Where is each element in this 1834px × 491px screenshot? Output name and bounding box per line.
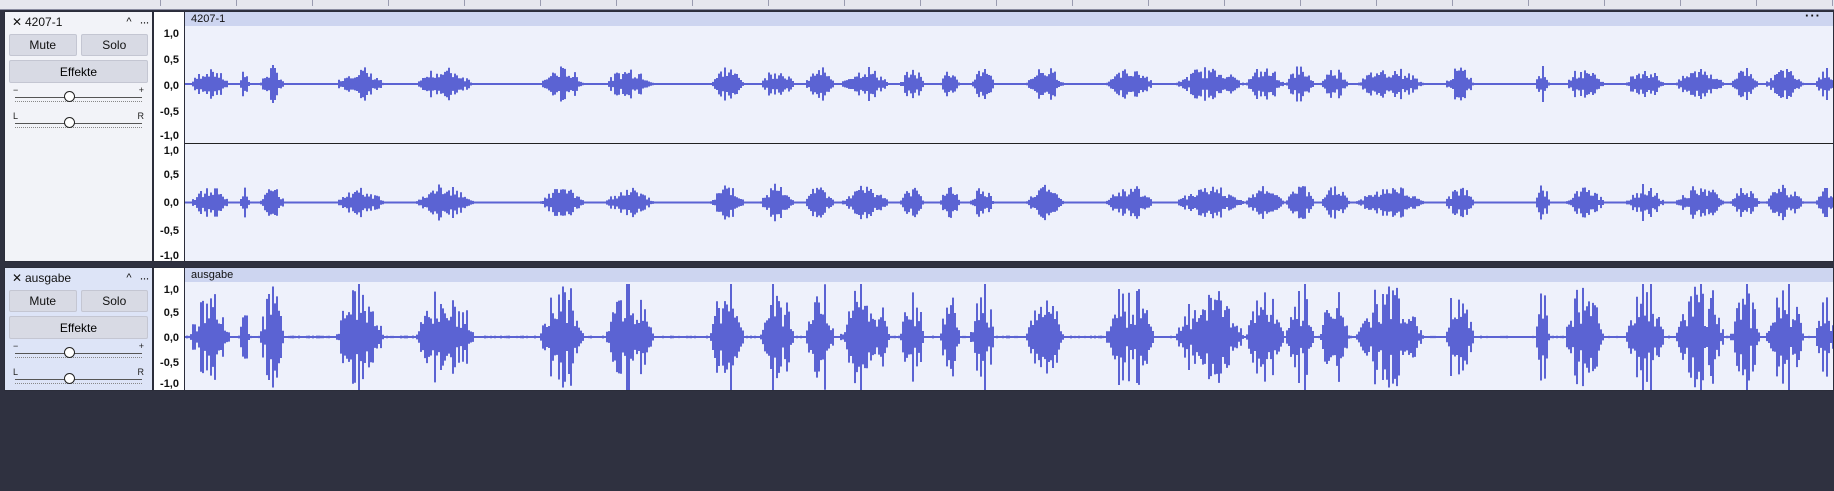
pan-slider[interactable]: L R (9, 109, 148, 137)
chevron-up-icon[interactable]: ^ (122, 272, 136, 284)
clip-title-bar[interactable]: 4207-1 ··· (185, 12, 1833, 26)
pan-right-label: R (137, 367, 145, 377)
vertical-scale[interactable]: 1,0 0,5 0,0 -0,5 -1,0 (153, 267, 184, 391)
track-4207-1: ✕ 4207-1 ^ ··· Mute Solo Effekte − + L R… (4, 11, 1834, 262)
scale-label: 0,5 (163, 54, 179, 66)
ruler-tick (1376, 0, 1377, 6)
more-icon[interactable]: ··· (1805, 12, 1821, 23)
chevron-up-icon[interactable]: ^ (122, 16, 136, 28)
gain-slider[interactable]: − + (9, 339, 148, 367)
gain-slider-scale (15, 357, 142, 359)
pan-slider-track (15, 123, 142, 124)
ruler-tick (1528, 0, 1529, 6)
track-control-panel[interactable]: ✕ ausgabe ^ ··· Mute Solo Effekte − + L … (4, 267, 153, 391)
scale-label: 0,0 (163, 197, 179, 209)
scale-label: 0,0 (163, 80, 179, 92)
pan-left-label: L (13, 367, 19, 377)
ruler-tick (1680, 0, 1681, 6)
waveform-channel-left (185, 65, 1833, 103)
mute-button[interactable]: Mute (9, 34, 77, 56)
effects-button[interactable]: Effekte (9, 316, 148, 339)
close-icon[interactable]: ✕ (9, 15, 25, 29)
timeline-ruler[interactable] (0, 0, 1834, 10)
gain-slider-track (15, 97, 142, 98)
ruler-tick (1224, 0, 1225, 6)
ruler-tick (1832, 0, 1833, 6)
ruler-tick (1756, 0, 1757, 6)
track-name[interactable]: ausgabe (25, 271, 122, 285)
solo-button[interactable]: Solo (80, 290, 148, 312)
waveform-channel-right (185, 183, 1833, 222)
ruler-tick (160, 0, 161, 6)
close-icon[interactable]: ✕ (9, 271, 25, 285)
pan-slider[interactable]: L R (9, 365, 148, 393)
ruler-tick (768, 0, 769, 6)
scale-label: -1,0 (160, 378, 179, 390)
gain-plus-label: + (138, 85, 144, 95)
gain-slider-track (15, 353, 142, 354)
track-name[interactable]: 4207-1 (25, 15, 122, 29)
ruler-tick (1300, 0, 1301, 6)
clip-name: ausgabe (191, 269, 234, 281)
effects-button[interactable]: Effekte (9, 60, 148, 83)
pan-slider-thumb[interactable] (64, 373, 75, 384)
ruler-tick (692, 0, 693, 6)
ruler-tick (616, 0, 617, 6)
gain-slider-thumb[interactable] (64, 91, 75, 102)
clip-name: 4207-1 (191, 13, 226, 25)
ruler-tick (1604, 0, 1605, 6)
ruler-tick (920, 0, 921, 6)
scale-label: -1,0 (160, 130, 179, 142)
pan-slider-thumb[interactable] (64, 117, 75, 128)
scale-label: 0,5 (163, 169, 179, 181)
scale-label: 0,5 (163, 307, 179, 319)
ruler-tick (996, 0, 997, 6)
pan-slider-scale (15, 383, 142, 385)
pan-slider-track (15, 379, 142, 380)
gain-slider-thumb[interactable] (64, 347, 75, 358)
scale-label: -0,5 (160, 225, 179, 237)
gain-minus-label: − (13, 341, 19, 351)
ruler-tick (1452, 0, 1453, 6)
solo-button[interactable]: Solo (80, 34, 148, 56)
ruler-tick (1148, 0, 1149, 6)
more-icon[interactable]: ··· (136, 15, 152, 29)
scale-label: 1,0 (163, 28, 179, 40)
track-control-panel[interactable]: ✕ 4207-1 ^ ··· Mute Solo Effekte − + L R (4, 11, 153, 262)
audio-clip[interactable]: 4207-1 ··· (184, 11, 1834, 262)
ruler-tick (388, 0, 389, 6)
mute-button[interactable]: Mute (9, 290, 77, 312)
waveform-channel-mono (185, 284, 1833, 390)
pan-left-label: L (13, 111, 19, 121)
gain-plus-label: + (138, 341, 144, 351)
scale-label: -0,5 (160, 106, 179, 118)
gain-minus-label: − (13, 85, 19, 95)
ruler-tick (236, 0, 237, 6)
scale-label: -1,0 (160, 250, 179, 262)
ruler-tick (312, 0, 313, 6)
ruler-tick (844, 0, 845, 6)
more-icon[interactable]: ··· (136, 271, 152, 285)
scale-label: 0,0 (163, 332, 179, 344)
audio-clip[interactable]: ausgabe (184, 267, 1834, 391)
gain-slider-scale (15, 101, 142, 103)
ruler-tick (1072, 0, 1073, 6)
ruler-tick (540, 0, 541, 6)
scale-label: 1,0 (163, 145, 179, 157)
vertical-scale[interactable]: 1,0 0,5 0,0 -0,5 -1,0 1,0 0,5 0,0 -0,5 -… (153, 11, 184, 262)
clip-title-bar[interactable]: ausgabe (185, 268, 1833, 282)
pan-right-label: R (137, 111, 145, 121)
ruler-tick (464, 0, 465, 6)
scale-label: -0,5 (160, 357, 179, 369)
pan-slider-scale (15, 127, 142, 129)
scale-label: 1,0 (163, 284, 179, 296)
track-ausgabe: ✕ ausgabe ^ ··· Mute Solo Effekte − + L … (4, 267, 1834, 391)
gain-slider[interactable]: − + (9, 83, 148, 111)
